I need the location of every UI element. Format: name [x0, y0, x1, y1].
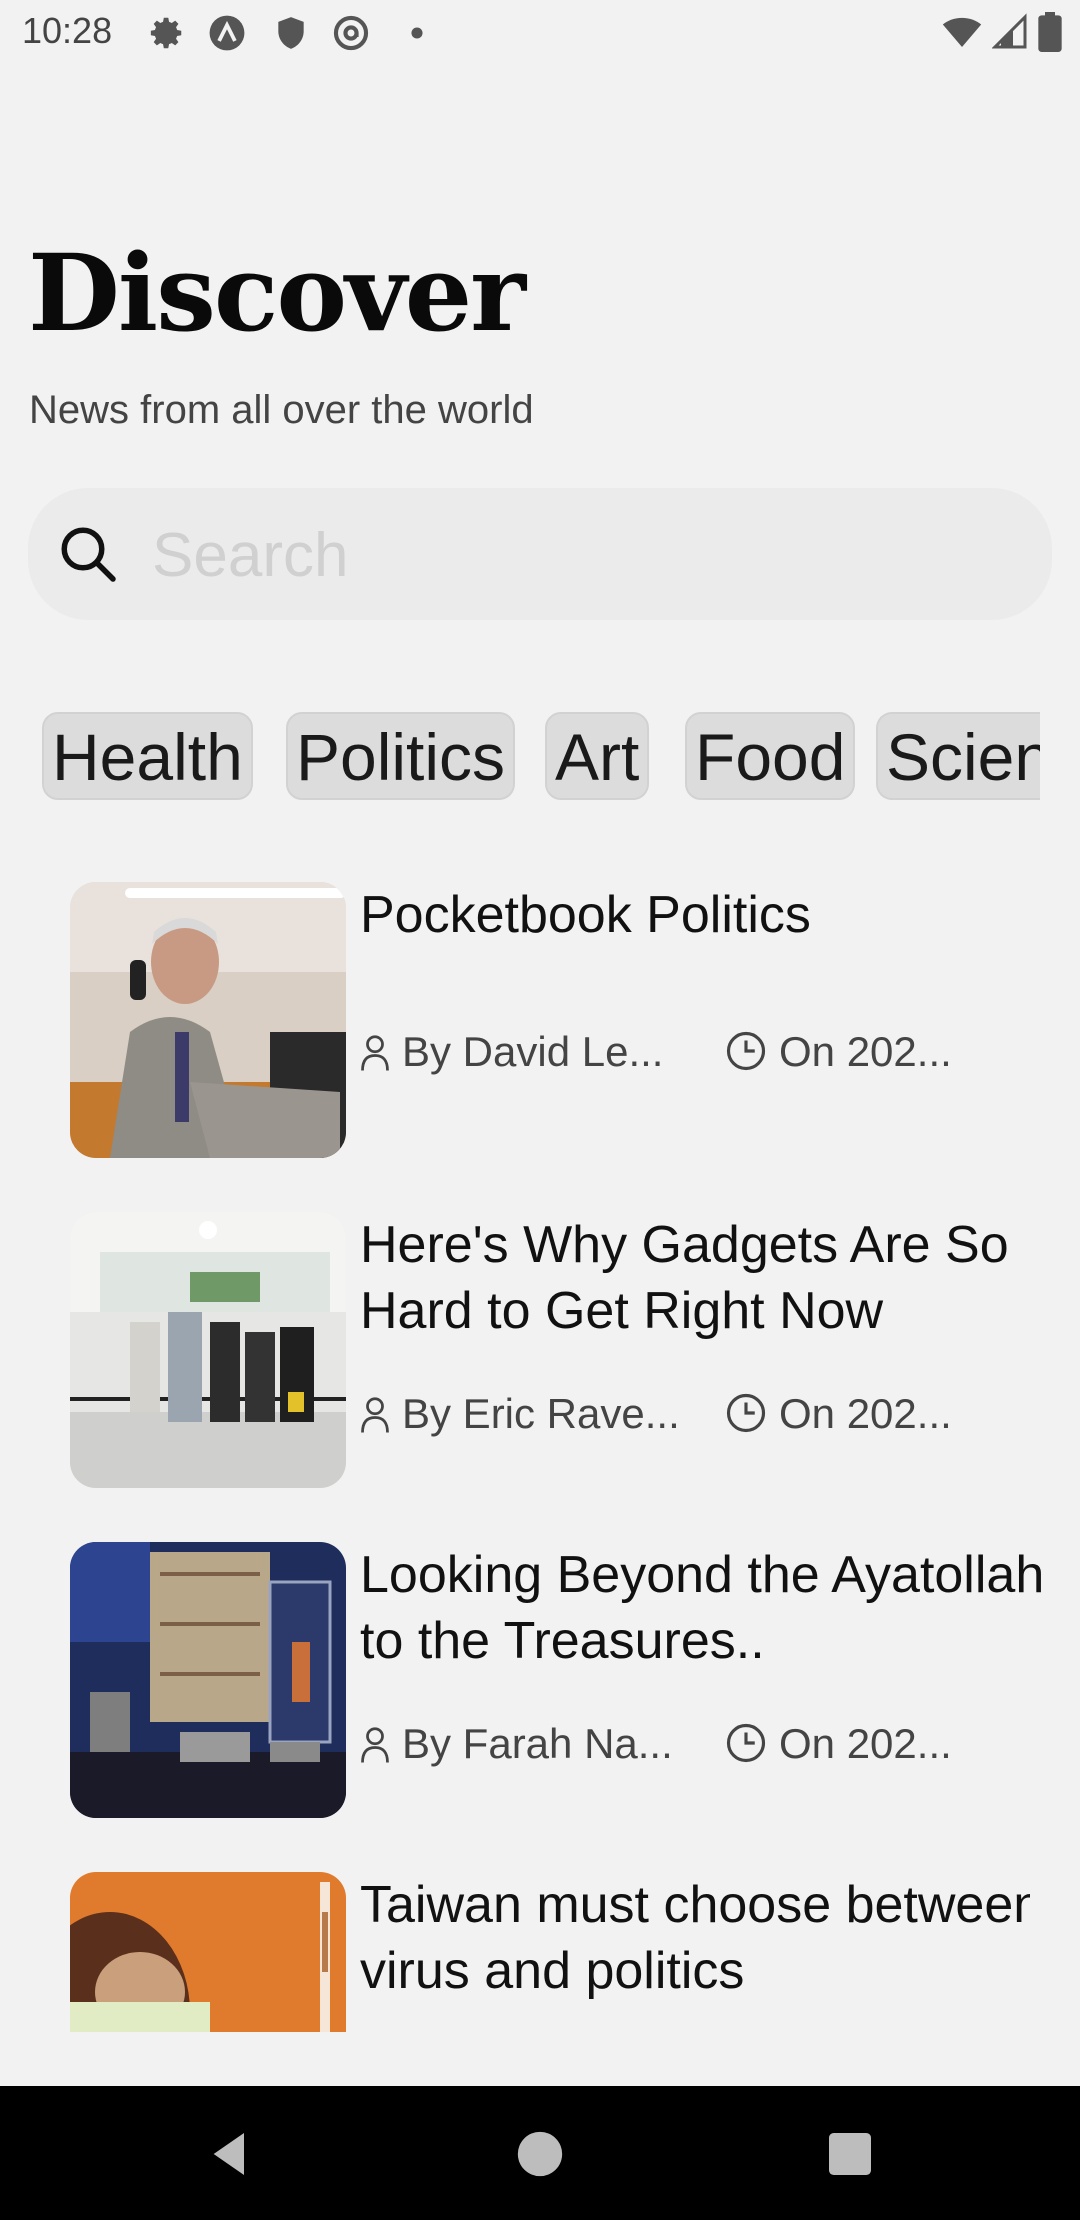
- search-input[interactable]: [150, 508, 1014, 602]
- back-icon[interactable]: [202, 2126, 258, 2182]
- clock-icon: [726, 1393, 766, 1433]
- article-date-text: On 202...: [779, 1390, 952, 1437]
- article-author-text: By Farah Na...: [402, 1720, 673, 1767]
- gear-icon: [150, 17, 182, 49]
- article-author-text: By Eric Rave...: [402, 1390, 680, 1437]
- search-bar[interactable]: [28, 488, 1052, 620]
- person-icon: [361, 1397, 389, 1433]
- clock-icon: [726, 1031, 766, 1071]
- status-time: 10:28: [22, 10, 113, 51]
- page-subtitle: News from all over the world: [29, 388, 534, 432]
- search-icon: [61, 527, 116, 582]
- chip-politics[interactable]: Politics: [286, 712, 516, 800]
- article-date-text: On 202...: [779, 1028, 952, 1075]
- category-chips: Health Politics Art Food Scien: [40, 712, 1040, 802]
- chip-food[interactable]: Food: [685, 712, 856, 800]
- article-thumbnail: [70, 882, 346, 1158]
- article-title: Pocketbook Politics: [360, 886, 811, 944]
- article-title: Looking Beyond the Ayatollah to the Trea…: [360, 1546, 1045, 1670]
- article-card[interactable]: Pocketbook Politics By David Le... On 20…: [70, 882, 1030, 1158]
- cell-signal-icon: [992, 13, 1027, 49]
- app-a-icon: [209, 15, 245, 51]
- article-card[interactable]: Looking Beyond the Ayatollah to the Trea…: [70, 1542, 1044, 1818]
- wifi-icon: [942, 17, 982, 47]
- article-author: By Eric Rave...: [360, 1390, 680, 1438]
- article-author: By David Le...: [360, 1028, 664, 1076]
- article-date: On 202...: [725, 1390, 952, 1438]
- chip-science[interactable]: Scien: [876, 712, 1040, 800]
- article-thumbnail: [70, 1212, 346, 1488]
- article-title: Taiwan must choose between virus and pol…: [360, 1876, 1030, 2000]
- article-author: By Farah Na...: [360, 1720, 673, 1768]
- person-icon: [361, 1035, 389, 1071]
- chip-health[interactable]: Health: [42, 712, 253, 800]
- article-card[interactable]: Taiwan must choose between virus and pol…: [70, 1872, 1030, 2032]
- article-thumbnail: [70, 1542, 346, 1818]
- recents-icon[interactable]: [822, 2126, 878, 2182]
- chip-art[interactable]: Art: [545, 712, 650, 800]
- person-icon: [361, 1727, 389, 1763]
- status-bar: 10:28: [0, 0, 1080, 66]
- dot-icon: [411, 27, 423, 39]
- status-right-icons: [942, 12, 1062, 52]
- article-thumbnail: [70, 1872, 346, 2032]
- article-date-text: On 202...: [779, 1720, 952, 1767]
- battery-icon: [1038, 12, 1062, 52]
- article-date: On 202...: [725, 1720, 952, 1768]
- shield-icon: [278, 17, 304, 49]
- article-title: Here's Why Gadgets Are So Hard to Get Ri…: [360, 1216, 1009, 1340]
- article-card[interactable]: Here's Why Gadgets Are So Hard to Get Ri…: [70, 1212, 1030, 1488]
- page-title: Discover: [28, 230, 526, 355]
- system-nav-bar: [0, 2086, 1080, 2220]
- article-date: On 202...: [725, 1028, 952, 1076]
- home-icon[interactable]: [512, 2126, 568, 2182]
- clock-icon: [726, 1723, 766, 1763]
- article-author-text: By David Le...: [402, 1028, 664, 1075]
- at-sign-icon: [333, 15, 369, 51]
